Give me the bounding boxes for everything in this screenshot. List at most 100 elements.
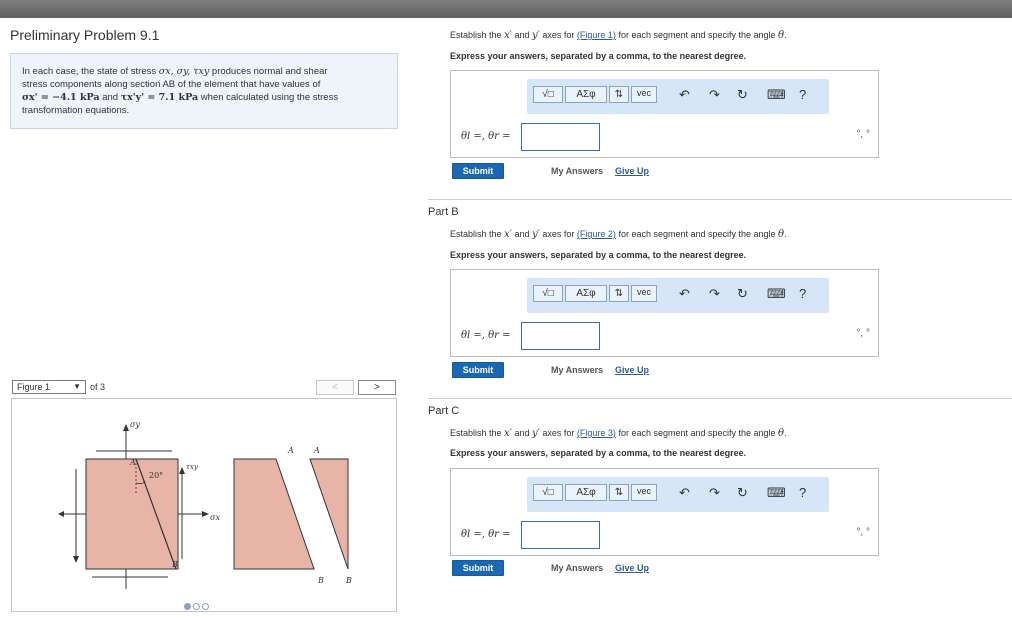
part-c-units: °, ° [856, 527, 870, 538]
part-c-toolbar: √□ ΑΣφ ⇅ vec ↶ ↷ ↻ ⌨ ? [527, 477, 829, 512]
figure-3-link[interactable]: (Figure 3) [577, 428, 616, 438]
figure-prev-button[interactable]: < [316, 380, 354, 395]
template-button[interactable]: √□ [533, 484, 563, 501]
stress-symbols: σx, σy, τxy [158, 66, 210, 77]
sigma-x-right-arrowhead [202, 511, 209, 517]
part-b-units: °, ° [856, 328, 870, 339]
normal-stress-value: σx' = −4.1 kPa [22, 92, 100, 103]
help-icon[interactable]: ? [799, 486, 806, 500]
figure-viewer: σy τxy σx 20° A B A A B B [11, 398, 397, 612]
arrows-button[interactable]: ⇅ [609, 285, 629, 302]
segment-left-b-label: B [317, 576, 324, 585]
vec-button[interactable]: vec [631, 285, 657, 302]
problem-panel: Preliminary Problem 9.1 In each case, th… [0, 18, 408, 618]
desc-text-2: produces normal and shear [209, 66, 328, 77]
part-a-answer-box: √□ ΑΣφ ⇅ vec ↶ ↷ ↻ ⌨ ? θl =, θr = °, ° [450, 70, 879, 158]
sigma-y-label: σy [130, 420, 140, 429]
part-c-my-answers[interactable]: My Answers [551, 563, 603, 573]
redo-icon[interactable]: ↷ [709, 88, 720, 102]
keyboard-icon[interactable]: ⌨ [767, 486, 786, 500]
reset-icon[interactable]: ↻ [737, 486, 748, 500]
point-b-label: B [171, 560, 178, 569]
part-a-give-up[interactable]: Give Up [615, 166, 649, 176]
desc-text-4b: and [99, 92, 121, 103]
redo-icon[interactable]: ↷ [709, 287, 720, 301]
template-button[interactable]: √□ [533, 86, 563, 103]
point-a-label: A [129, 458, 136, 467]
greek-button[interactable]: ΑΣφ [565, 86, 607, 103]
figure-dot-2[interactable] [193, 603, 200, 610]
part-b-instruction: Express your answers, separated by a com… [450, 250, 747, 260]
vec-button[interactable]: vec [631, 86, 657, 103]
part-b-answer-label: θl =, θr = [461, 330, 511, 341]
desc-text-3: stress components along section AB of th… [22, 79, 321, 90]
part-b-toolbar: √□ ΑΣφ ⇅ vec ↶ ↷ ↻ ⌨ ? [527, 278, 829, 313]
segment-left-a-label: A [287, 446, 294, 455]
desc-text-1: In each case, the state of stress [22, 66, 159, 77]
arrows-button[interactable]: ⇅ [609, 86, 629, 103]
part-b-my-answers[interactable]: My Answers [551, 365, 603, 375]
part-a-submit-button[interactable]: Submit [452, 163, 504, 179]
undo-icon[interactable]: ↶ [679, 88, 690, 102]
redo-icon[interactable]: ↷ [709, 486, 720, 500]
figure-next-button[interactable]: > [358, 380, 396, 395]
part-a-toolbar: √□ ΑΣφ ⇅ vec ↶ ↷ ↻ ⌨ ? [527, 79, 829, 114]
figure-count: of 3 [90, 382, 106, 392]
part-b-answer-box: √□ ΑΣφ ⇅ vec ↶ ↷ ↻ ⌨ ? θl =, θr = °, ° [450, 269, 879, 357]
part-c-answer-label: θl =, θr = [461, 529, 511, 540]
sigma-x-left-arrowhead [58, 511, 64, 517]
part-c-answer-input[interactable] [521, 521, 600, 549]
keyboard-icon[interactable]: ⌨ [767, 287, 786, 301]
figure-dot-3[interactable] [202, 603, 209, 610]
desc-text-4d: when calculated using the stress [198, 92, 339, 103]
arrows-button[interactable]: ⇅ [609, 484, 629, 501]
part-a-my-answers[interactable]: My Answers [551, 166, 603, 176]
figure-dot-1[interactable] [184, 603, 191, 610]
part-c-answer-box: √□ ΑΣφ ⇅ vec ↶ ↷ ↻ ⌨ ? θl =, θr = °, ° [450, 468, 879, 556]
help-icon[interactable]: ? [799, 88, 806, 102]
vec-button[interactable]: vec [631, 484, 657, 501]
part-a-units: °, ° [856, 129, 870, 140]
stress-element-figure: σy τxy σx 20° A B A A B B [58, 420, 352, 596]
undo-icon[interactable]: ↶ [679, 486, 690, 500]
shear-stress-value: τx'y' = 7.1 kPa [120, 92, 199, 103]
top-bar [0, 0, 1012, 18]
help-icon[interactable]: ? [799, 287, 806, 301]
greek-button[interactable]: ΑΣφ [565, 484, 607, 501]
tau-xy-label: τxy [186, 463, 199, 471]
part-b-submit-button[interactable]: Submit [452, 362, 504, 378]
part-b-answer-input[interactable] [521, 322, 600, 350]
angle-label: 20° [149, 471, 163, 480]
part-a-instruction: Express your answers, separated by a com… [450, 51, 747, 61]
segment-right-b-label: B [345, 576, 352, 585]
right-segment [309, 458, 349, 570]
part-separator [428, 199, 1012, 200]
part-a-answer-input[interactable] [521, 123, 600, 151]
part-b-label: Part B [428, 206, 459, 218]
segment-right-a-label: A [313, 446, 320, 455]
figure-navigation: Figure 1 ▼ of 3 < > [12, 380, 396, 395]
part-c-submit-button[interactable]: Submit [452, 560, 504, 576]
sigma-y-top-arrowhead [123, 424, 129, 431]
part-a-prompt: Establish the x′ and y′ axes for (Figure… [450, 30, 787, 41]
part-separator [428, 398, 1012, 399]
part-b-give-up[interactable]: Give Up [615, 365, 649, 375]
figure-2-link[interactable]: (Figure 2) [577, 229, 616, 239]
reset-icon[interactable]: ↻ [737, 287, 748, 301]
part-b-prompt: Establish the x′ and y′ axes for (Figure… [450, 229, 787, 240]
left-segment [233, 458, 315, 570]
undo-icon[interactable]: ↶ [679, 287, 690, 301]
problem-description: In each case, the state of stress σx, σy… [10, 53, 398, 129]
reset-icon[interactable]: ↻ [737, 88, 748, 102]
keyboard-icon[interactable]: ⌨ [767, 88, 786, 102]
greek-button[interactable]: ΑΣφ [565, 285, 607, 302]
template-button[interactable]: √□ [533, 285, 563, 302]
part-c-give-up[interactable]: Give Up [615, 563, 649, 573]
figure-select-label: Figure 1 [17, 382, 51, 392]
chevron-down-icon: ▼ [73, 382, 81, 391]
sigma-x-label: σx [210, 513, 220, 522]
part-a-answer-label: θl =, θr = [461, 131, 511, 142]
figure-select[interactable]: Figure 1 ▼ [12, 380, 86, 394]
problem-title: Preliminary Problem 9.1 [10, 27, 160, 43]
figure-1-link[interactable]: (Figure 1) [577, 30, 616, 40]
